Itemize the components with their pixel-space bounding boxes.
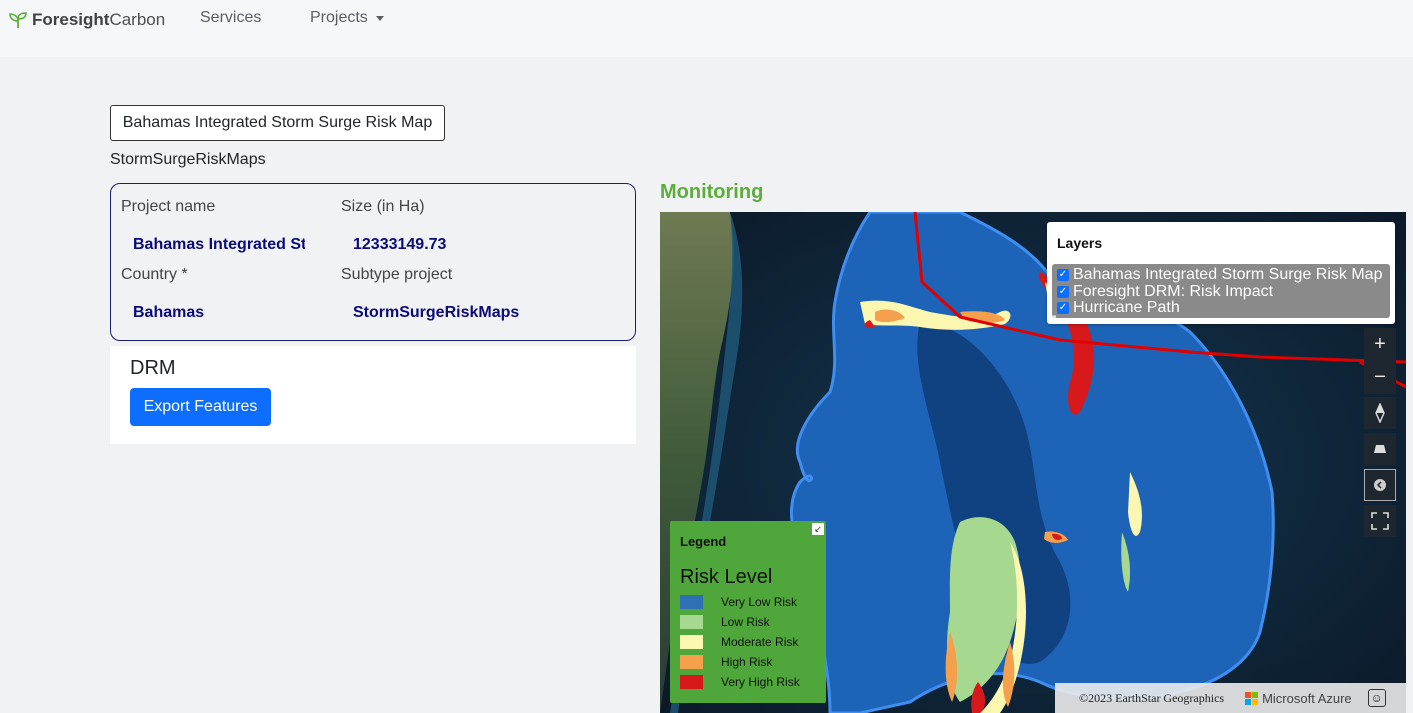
project-name-label: Project name xyxy=(121,198,216,215)
zoom-control: + − xyxy=(1364,328,1396,394)
legend-swatch xyxy=(680,675,703,689)
drm-card: DRM Export Features xyxy=(110,346,636,444)
legend-item: High Risk xyxy=(680,655,772,669)
pitch-icon[interactable] xyxy=(1364,433,1396,465)
legend-swatch xyxy=(680,655,703,669)
legend-label: Very High Risk xyxy=(721,675,800,689)
nav-services-link[interactable]: Services xyxy=(200,9,261,27)
checkbox-icon[interactable]: ✓ xyxy=(1057,286,1069,298)
zoom-out-icon[interactable]: − xyxy=(1374,361,1386,394)
legend-item: Moderate Risk xyxy=(680,635,798,649)
legend-label: High Risk xyxy=(721,655,773,669)
brand-name: ForesightCarbon xyxy=(32,10,166,29)
style-picker-icon[interactable] xyxy=(1364,469,1396,501)
fullscreen-icon[interactable] xyxy=(1364,505,1396,537)
layer-label: Hurricane Path xyxy=(1073,299,1180,316)
country-label: Country * xyxy=(121,266,188,283)
size-value: 12333149.73 xyxy=(353,236,447,253)
map-attribution: ©2023 EarthStar Geographics Microsoft Az… xyxy=(1055,683,1406,713)
monitoring-title: Monitoring xyxy=(660,181,764,203)
subtype-label: Subtype project xyxy=(341,266,453,283)
legend-item: Very Low Risk xyxy=(680,595,797,609)
legend-swatch xyxy=(680,635,703,649)
compass-icon[interactable] xyxy=(1364,397,1396,429)
country-value: Bahamas xyxy=(133,304,205,321)
nav-projects-dropdown[interactable]: Projects xyxy=(310,9,384,27)
layers-list: ✓ Bahamas Integrated Storm Surge Risk Ma… xyxy=(1052,264,1390,318)
top-navbar: ForesightCarbon Services Projects xyxy=(0,0,1413,57)
collapse-arrow-icon[interactable]: ↗ xyxy=(1048,312,1060,325)
attribution-text: ©2023 EarthStar Geographics xyxy=(1079,690,1225,705)
legend-label: Moderate Risk xyxy=(721,635,799,649)
size-label: Size (in Ha) xyxy=(341,198,425,215)
zoom-in-icon[interactable]: + xyxy=(1374,328,1386,361)
project-subtype-heading: StormSurgeRiskMaps xyxy=(110,151,266,168)
legend-item: Low Risk xyxy=(680,615,770,629)
layer-toggle-storm-surge[interactable]: ✓ Bahamas Integrated Storm Surge Risk Ma… xyxy=(1057,266,1382,284)
sprout-icon xyxy=(9,12,27,28)
legend-label: Very Low Risk xyxy=(721,595,798,609)
nav-projects-label: Projects xyxy=(310,9,368,26)
layers-panel: Layers ✓ Bahamas Integrated Storm Surge … xyxy=(1047,222,1395,325)
drm-title: DRM xyxy=(130,357,176,379)
export-features-button[interactable]: Export Features xyxy=(130,388,271,426)
legend-heading: Legend xyxy=(680,534,727,549)
layer-label: Bahamas Integrated Storm Surge Risk Map xyxy=(1073,266,1383,283)
brand-logo[interactable]: ForesightCarbon xyxy=(8,8,165,32)
map-legend: ↙ Legend Risk Level Very Low Risk Low Ri… xyxy=(670,521,826,703)
map-view[interactable]: Layers ✓ Bahamas Integrated Storm Surge … xyxy=(660,212,1406,713)
subtype-value: StormSurgeRiskMaps xyxy=(353,304,520,321)
layer-toggle-hurricane-path[interactable]: ✓ Hurricane Path xyxy=(1057,299,1180,317)
legend-swatch xyxy=(680,595,703,609)
project-title-box: Bahamas Integrated Storm Surge Risk Map xyxy=(110,105,445,141)
layers-title: Layers xyxy=(1057,235,1103,251)
feedback-icon[interactable]: ☺ xyxy=(1367,689,1386,707)
project-info-card: Project name Bahamas Integrated Storm Su… xyxy=(110,183,636,341)
checkbox-icon[interactable]: ✓ xyxy=(1057,269,1069,281)
provider-link[interactable]: Microsoft Azure xyxy=(1245,691,1352,706)
microsoft-logo-icon xyxy=(1245,691,1259,705)
provider-name: Microsoft Azure xyxy=(1262,690,1352,706)
chevron-down-icon xyxy=(375,15,384,21)
legend-title: Risk Level xyxy=(680,566,773,588)
legend-label: Low Risk xyxy=(721,615,770,629)
legend-swatch xyxy=(680,615,703,629)
legend-item: Very High Risk xyxy=(680,675,800,689)
project-name-value: Bahamas Integrated Storm Surge Risk Map xyxy=(133,236,305,253)
collapse-arrow-icon[interactable]: ↙ xyxy=(812,523,824,535)
